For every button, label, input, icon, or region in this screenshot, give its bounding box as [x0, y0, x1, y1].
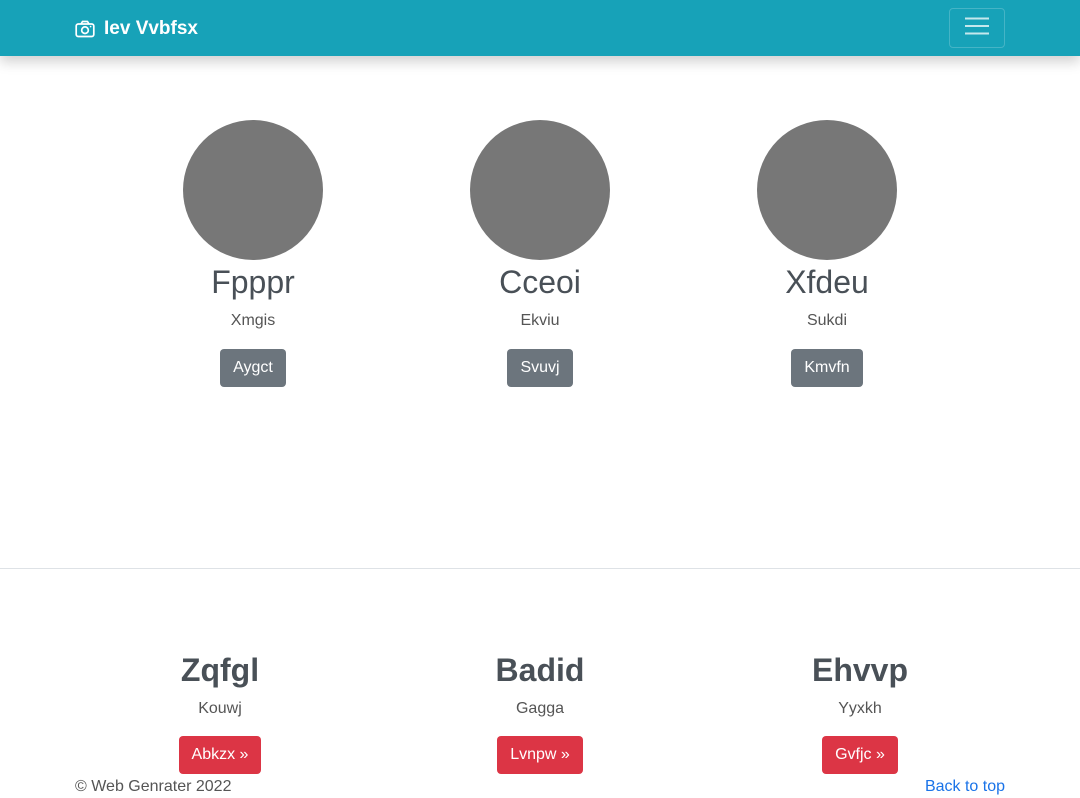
team-member-card: Cceoi Ekviu Svuvj: [440, 120, 640, 387]
feature-text: Gagga: [515, 700, 565, 717]
feature-title: Badid: [495, 652, 585, 688]
member-role: Xmgis: [230, 312, 276, 329]
feature-title: Zqfgl: [180, 652, 260, 688]
feature-button[interactable]: Abkzx »: [178, 736, 262, 774]
member-button[interactable]: Kmvfn: [791, 349, 863, 387]
feature-column: Badid Gagga Lvnpw »: [420, 650, 660, 774]
section-divider: [0, 568, 1080, 569]
navbar-toggler-button[interactable]: [949, 8, 1005, 48]
team-member-card: Fpppr Xmgis Aygct: [153, 120, 353, 387]
member-name: Fpppr: [211, 264, 295, 300]
brand-link[interactable]: Iev Vvbfsx: [75, 17, 198, 41]
member-role: Ekviu: [520, 312, 560, 329]
feature-title: Ehvvp: [811, 652, 909, 688]
feature-button[interactable]: Lvnpw »: [497, 736, 583, 774]
feature-button[interactable]: Gvfjc »: [822, 736, 898, 774]
member-button[interactable]: Aygct: [220, 349, 286, 387]
back-to-top-link[interactable]: Back to top: [925, 777, 1005, 797]
feature-text: Kouwj: [198, 700, 242, 717]
member-role: Sukdi: [806, 312, 848, 329]
hamburger-menu-icon: [964, 16, 990, 41]
brand-text: Iev Vvbfsx: [104, 18, 198, 39]
feature-column: Ehvvp Yyxkh Gvfjc »: [740, 650, 980, 774]
member-button[interactable]: Svuvj: [507, 349, 573, 387]
feature-column: Zqfgl Kouwj Abkzx »: [100, 650, 340, 774]
avatar: [470, 120, 610, 260]
member-name: Xfdeu: [785, 264, 869, 300]
team-member-card: Xfdeu Sukdi Kmvfn: [727, 120, 927, 387]
navbar: Iev Vvbfsx: [0, 0, 1080, 56]
member-name: Cceoi: [499, 264, 581, 300]
avatar: [757, 120, 897, 260]
avatar: [183, 120, 323, 260]
feature-text: Yyxkh: [838, 700, 882, 717]
camera-icon: [75, 20, 95, 38]
footer-copyright: © Web Genrater 2022: [75, 778, 232, 795]
